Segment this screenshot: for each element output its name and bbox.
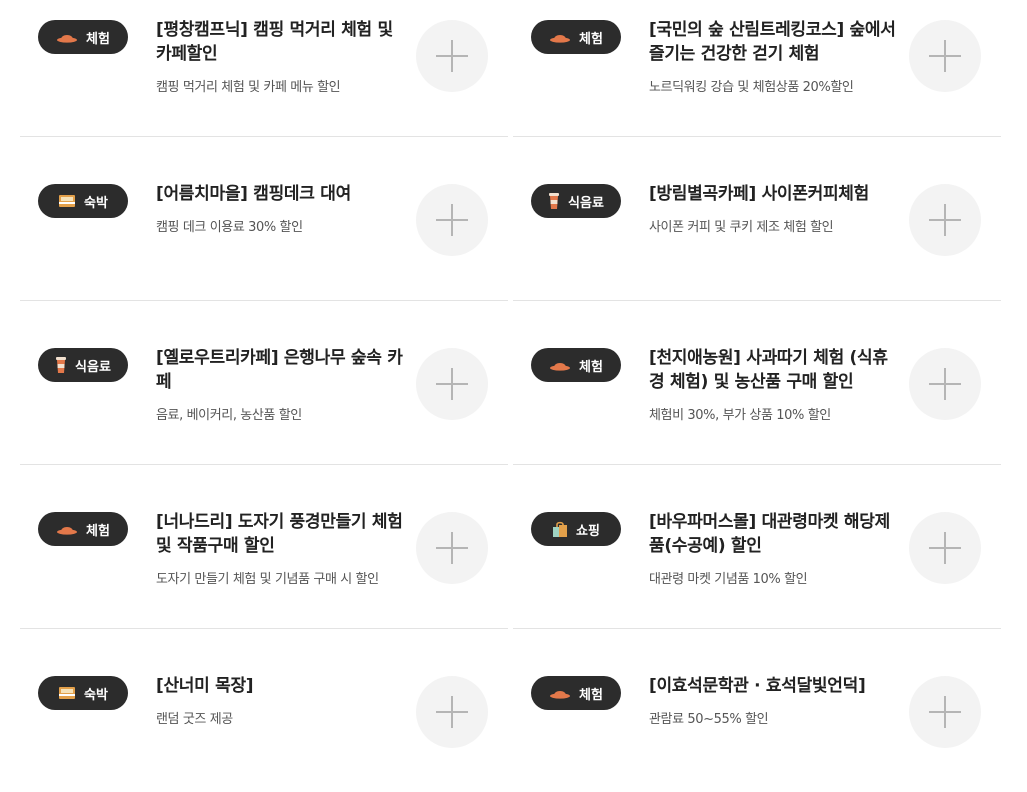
benefit-title: [이효석문학관 · 효석달빛언덕] [649,676,866,696]
benefit-title: [방림별곡카페] 사이폰커피체험 [649,184,869,204]
category-badge: 숙박 [38,184,128,218]
plus-icon [929,532,961,564]
benefit-card: 체험 [너나드리] 도자기 풍경만들기 체험 및 작품구매 할인 도자기 만들기… [20,465,508,629]
benefit-description: 캠핑 먹거리 체험 및 카페 메뉴 할인 [156,80,341,95]
plus-icon [436,696,468,728]
add-button[interactable] [909,20,981,92]
benefit-description: 체험비 30%, 부가 상품 10% 할인 [649,408,831,423]
benefit-card: 식음료 [옐로우트리카페] 은행나무 숲속 카페 음료, 베이커리, 농산품 할… [20,301,508,465]
benefit-description: 랜덤 굿즈 제공 [156,712,233,727]
benefit-title: [평창캠프닉] 캠핑 먹거리 체험 및 카페할인 [156,20,393,64]
plus-icon [436,532,468,564]
benefit-card: 숙박 [어름치마을] 캠핑데크 대여 캠핑 데크 이용료 30% 할인 [20,137,508,301]
category-label: 체험 [579,359,603,375]
category-label: 식음료 [75,359,111,375]
add-button[interactable] [416,676,488,748]
benefit-title: [국민의 숲 산림트레킹코스] 숲에서 즐기는 건강한 걷기 체험 [649,20,896,64]
hat-icon [57,527,78,535]
benefit-description: 대관령 마켓 기념품 10% 할인 [649,572,808,587]
benefit-title: [어름치마을] 캠핑데크 대여 [156,184,351,204]
category-badge: 체험 [531,348,621,382]
plus-icon [929,696,961,728]
category-badge: 체험 [38,20,128,54]
hat-icon [550,363,571,371]
benefit-description: 도자기 만들기 체험 및 기념품 구매 시 할인 [156,572,379,587]
add-button[interactable] [909,184,981,256]
add-button[interactable] [909,512,981,584]
category-label: 숙박 [84,195,108,211]
plus-icon [436,40,468,72]
add-button[interactable] [909,348,981,420]
benefit-title: [산너미 목장] [156,676,254,696]
add-button[interactable] [416,184,488,256]
benefit-card: 숙박 [산너미 목장] 랜덤 굿즈 제공 [20,629,508,792]
plus-icon [436,368,468,400]
hat-icon [550,691,571,699]
category-badge: 숙박 [38,676,128,710]
benefit-description: 관람료 50~55% 할인 [649,712,769,727]
benefit-title: [바우파머스몰] 대관령마켓 해당제품(수공예) 할인 [649,512,890,556]
category-badge: 식음료 [531,184,621,218]
category-label: 체험 [579,31,603,47]
plus-icon [929,368,961,400]
add-button[interactable] [416,512,488,584]
cup-icon [56,357,67,373]
bed-icon [59,195,76,207]
category-label: 체험 [86,31,110,47]
benefit-title: [옐로우트리카페] 은행나무 숲속 카페 [156,348,403,392]
benefit-card: 식음료 [방림별곡카페] 사이폰커피체험 사이폰 커피 및 쿠키 제조 체험 할… [513,137,1001,301]
cup-icon [549,193,560,209]
benefit-card: 체험 [평창캠프닉] 캠핑 먹거리 체험 및 카페할인 캠핑 먹거리 체험 및 … [20,0,508,137]
benefit-title: [천지애농원] 사과따기 체험 (식휴경 체험) 및 농산품 구매 할인 [649,348,888,392]
category-label: 체험 [86,523,110,539]
category-badge: 식음료 [38,348,128,382]
plus-icon [436,204,468,236]
add-button[interactable] [909,676,981,748]
add-button[interactable] [416,20,488,92]
category-badge: 쇼핑 [531,512,621,546]
benefit-description: 노르딕워킹 강습 및 체험상품 20%할인 [649,80,854,95]
category-badge: 체험 [531,676,621,710]
benefit-grid: 체험 [평창캠프닉] 캠핑 먹거리 체험 및 카페할인 캠핑 먹거리 체험 및 … [20,0,1001,792]
add-button[interactable] [416,348,488,420]
plus-icon [929,40,961,72]
plus-icon [929,204,961,236]
benefit-description: 음료, 베이커리, 농산품 할인 [156,408,302,423]
benefit-card: 체험 [이효석문학관 · 효석달빛언덕] 관람료 50~55% 할인 [513,629,1001,792]
benefit-card: 체험 [국민의 숲 산림트레킹코스] 숲에서 즐기는 건강한 걷기 체험 노르딕… [513,0,1001,137]
category-label: 식음료 [568,195,604,211]
category-label: 쇼핑 [576,523,600,539]
bed-icon [59,687,76,699]
benefit-card: 체험 [천지애농원] 사과따기 체험 (식휴경 체험) 및 농산품 구매 할인 … [513,301,1001,465]
category-badge: 체험 [531,20,621,54]
benefit-description: 사이폰 커피 및 쿠키 제조 체험 할인 [649,220,834,235]
hat-icon [57,35,78,43]
benefit-card: 쇼핑 [바우파머스몰] 대관령마켓 해당제품(수공예) 할인 대관령 마켓 기념… [513,465,1001,629]
hat-icon [550,35,571,43]
benefit-description: 캠핑 데크 이용료 30% 할인 [156,220,303,235]
category-badge: 체험 [38,512,128,546]
benefit-title: [너나드리] 도자기 풍경만들기 체험 및 작품구매 할인 [156,512,403,556]
shopping-bag-icon [553,521,568,537]
category-label: 숙박 [84,687,108,703]
category-label: 체험 [579,687,603,703]
